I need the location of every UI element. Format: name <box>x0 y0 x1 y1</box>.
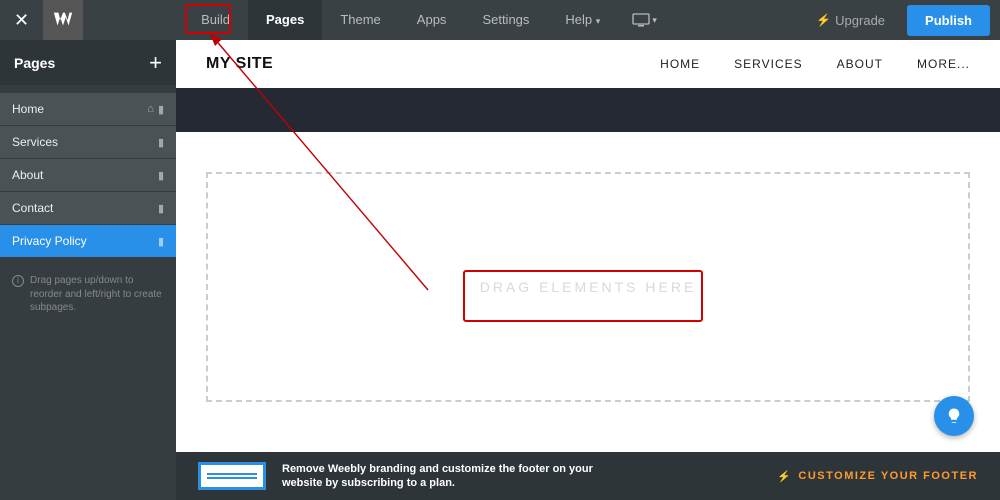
drop-zone[interactable]: DRAG ELEMENTS HERE <box>206 172 970 402</box>
info-icon: i <box>12 275 24 287</box>
weebly-logo[interactable] <box>43 0 83 40</box>
page-label: Services <box>12 135 58 149</box>
site-nav-home[interactable]: HOME <box>660 57 700 71</box>
sidebar: Pages + Home ⌂ ▮ Services ▮ About ▮ Conta… <box>0 40 176 500</box>
page-icon: ▮ <box>158 202 164 215</box>
page-icon: ▮ <box>158 136 164 149</box>
page-item-home[interactable]: Home ⌂ ▮ <box>0 93 176 125</box>
page-item-contact[interactable]: Contact ▮ <box>0 192 176 224</box>
footer-thumbnail <box>198 462 266 490</box>
bolt-icon: ⚡ <box>816 13 831 27</box>
site-nav: HOME SERVICES ABOUT MORE... <box>660 57 970 71</box>
page-item-privacy-policy[interactable]: Privacy Policy ▮ <box>0 225 176 257</box>
tab-build[interactable]: Build <box>183 0 248 40</box>
main-area: Pages + Home ⌂ ▮ Services ▮ About ▮ Conta… <box>0 40 1000 500</box>
page-label: Contact <box>12 201 53 215</box>
publish-button[interactable]: Publish <box>907 5 990 36</box>
tab-apps[interactable]: Apps <box>399 0 465 40</box>
customize-footer-button[interactable]: ⚡ CUSTOMIZE YOUR FOOTER <box>777 470 978 483</box>
page-label: About <box>12 168 43 182</box>
page-icon: ▮ <box>158 169 164 182</box>
tab-help[interactable]: Help ▾ <box>547 0 618 40</box>
lightbulb-icon <box>945 407 963 425</box>
top-nav: Build Pages Theme Apps Settings Help ▾ ▾ <box>183 0 671 40</box>
site-header: MY SITE HOME SERVICES ABOUT MORE... <box>176 40 1000 88</box>
upgrade-button[interactable]: ⚡ Upgrade <box>802 13 899 28</box>
home-icon: ⌂ <box>147 103 154 116</box>
site-nav-about[interactable]: ABOUT <box>837 57 883 71</box>
sidebar-header: Pages + <box>0 40 176 85</box>
page-item-services[interactable]: Services ▮ <box>0 126 176 158</box>
footer-message: Remove Weebly branding and customize the… <box>282 462 593 491</box>
footer-upsell-bar: Remove Weebly branding and customize the… <box>176 452 1000 500</box>
site-canvas: MY SITE HOME SERVICES ABOUT MORE... DRAG… <box>176 40 1000 500</box>
add-page-button[interactable]: + <box>149 50 162 76</box>
drop-zone-label: DRAG ELEMENTS HERE <box>480 279 697 295</box>
site-nav-more[interactable]: MORE... <box>917 57 970 71</box>
bolt-icon: ⚡ <box>777 470 792 483</box>
header-banner[interactable] <box>176 88 1000 132</box>
page-list: Home ⌂ ▮ Services ▮ About ▮ Contact ▮ Pri… <box>0 93 176 258</box>
sidebar-title: Pages <box>14 55 55 71</box>
page-label: Home <box>12 102 44 116</box>
page-label: Privacy Policy <box>12 234 87 248</box>
tab-pages[interactable]: Pages <box>248 0 322 40</box>
page-item-about[interactable]: About ▮ <box>0 159 176 191</box>
device-preview-button[interactable]: ▾ <box>618 13 671 27</box>
top-bar: ✕ Build Pages Theme Apps Settings Help ▾… <box>0 0 1000 40</box>
w-logo-icon <box>52 9 74 31</box>
page-icon: ▮ <box>158 103 164 116</box>
site-nav-services[interactable]: SERVICES <box>734 57 802 71</box>
chevron-down-icon: ▾ <box>596 16 601 26</box>
help-fab[interactable] <box>934 396 974 436</box>
chevron-down-icon: ▾ <box>652 15 657 26</box>
close-icon[interactable]: ✕ <box>0 10 43 31</box>
site-title[interactable]: MY SITE <box>206 55 273 73</box>
sidebar-hint: i Drag pages up/down to reorder and left… <box>0 274 176 315</box>
tab-theme[interactable]: Theme <box>322 0 398 40</box>
tab-settings[interactable]: Settings <box>464 0 547 40</box>
page-icon: ▮ <box>158 235 164 248</box>
monitor-icon <box>632 13 650 27</box>
